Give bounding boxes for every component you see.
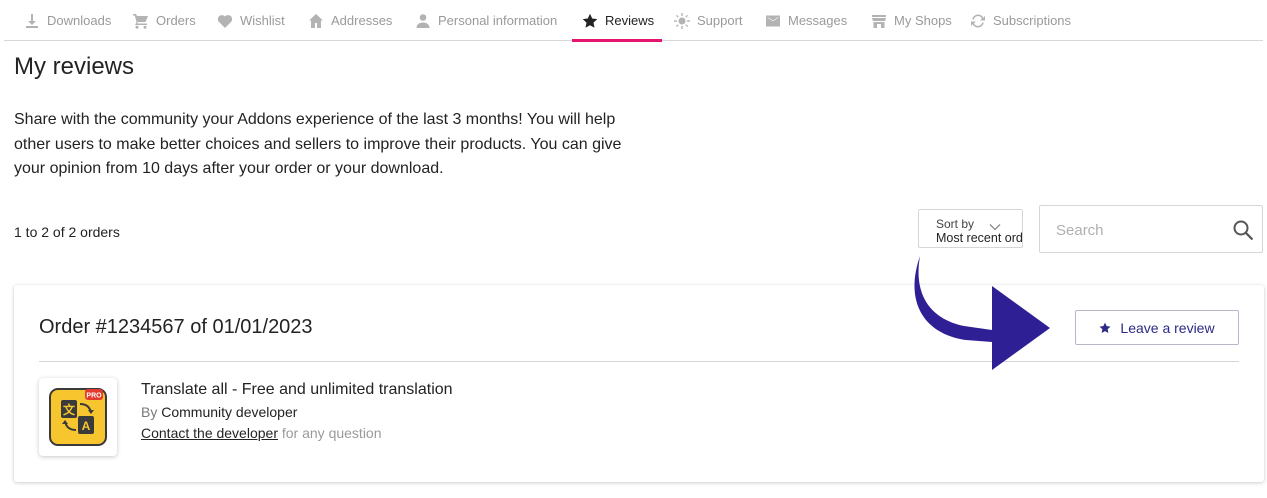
- cart-icon: [133, 13, 148, 29]
- tab-label: Subscriptions: [993, 13, 1072, 28]
- star-icon: [1099, 322, 1111, 333]
- shop-icon: [872, 14, 886, 28]
- author-prefix: By: [141, 404, 158, 420]
- tab-label: Wishlist: [240, 13, 285, 28]
- product-contact-line: Contact the developer for any question: [141, 425, 382, 441]
- download-icon: [26, 13, 38, 28]
- heart-icon: [217, 14, 233, 28]
- tab-label: Orders: [156, 13, 196, 28]
- search-icon[interactable]: [1232, 219, 1254, 241]
- home-icon: [309, 13, 323, 28]
- order-title: Order #1234567 of 01/01/2023: [39, 316, 313, 338]
- search-box: [1039, 205, 1263, 253]
- sort-value: Most recent orders: [936, 231, 1023, 245]
- tab-label: Reviews: [605, 13, 655, 28]
- leave-review-button[interactable]: Leave a review: [1075, 310, 1239, 345]
- tab-my-shops[interactable]: My Shops: [871, 0, 952, 41]
- divider: [39, 361, 1239, 362]
- page-title: My reviews: [14, 53, 135, 80]
- contact-developer-link[interactable]: Contact the developer: [141, 425, 278, 441]
- sort-label: Sort by: [936, 217, 975, 231]
- tab-label: My Shops: [894, 13, 952, 28]
- refresh-icon: [971, 14, 985, 27]
- contact-suffix: for any question: [281, 425, 382, 441]
- product-author-line: By Community developer: [141, 404, 297, 420]
- tab-reviews[interactable]: Reviews: [571, 0, 663, 42]
- envelope-icon: [766, 15, 780, 26]
- tab-downloads[interactable]: Downloads: [24, 0, 111, 41]
- star-icon: [582, 13, 598, 28]
- tab-orders[interactable]: Orders: [133, 0, 196, 41]
- svg-text:文: 文: [63, 402, 76, 417]
- product-thumbnail[interactable]: PRO 文 A: [39, 378, 117, 456]
- tab-support[interactable]: Support: [674, 0, 743, 41]
- sort-select[interactable]: Sort by Most recent orders: [918, 209, 1023, 248]
- account-nav: Downloads Orders Wishlist Addresses Pers…: [4, 0, 1263, 42]
- chevron-down-icon: [989, 224, 1001, 231]
- tab-subscriptions[interactable]: Subscriptions: [970, 0, 1071, 41]
- person-icon: [416, 13, 430, 28]
- pro-badge: PRO: [86, 393, 102, 400]
- tab-label: Addresses: [331, 13, 393, 28]
- tab-personal-information[interactable]: Personal information: [415, 0, 557, 41]
- sun-icon: [674, 12, 690, 29]
- translate-app-icon: PRO 文 A: [49, 388, 107, 446]
- tab-wishlist[interactable]: Wishlist: [217, 0, 285, 41]
- tab-label: Personal information: [438, 13, 558, 28]
- page-intro: Share with the community your Addons exp…: [14, 111, 622, 177]
- tab-addresses[interactable]: Addresses: [308, 0, 392, 41]
- product-author[interactable]: Community developer: [161, 404, 297, 420]
- tab-label: Messages: [788, 13, 848, 28]
- tab-label: Support: [697, 13, 743, 28]
- curved-arrow-icon: [914, 256, 1050, 370]
- svg-text:A: A: [82, 419, 91, 433]
- product-name[interactable]: Translate all - Free and unlimited trans…: [141, 381, 453, 399]
- search-input[interactable]: [1056, 218, 1226, 242]
- tab-messages[interactable]: Messages: [765, 0, 847, 41]
- order-card: Order #1234567 of 01/01/2023 Leave a rev…: [14, 285, 1264, 482]
- results-count: 1 to 2 of 2 orders: [14, 224, 120, 240]
- leave-review-label: Leave a review: [1120, 319, 1215, 336]
- tab-label: Downloads: [47, 13, 112, 28]
